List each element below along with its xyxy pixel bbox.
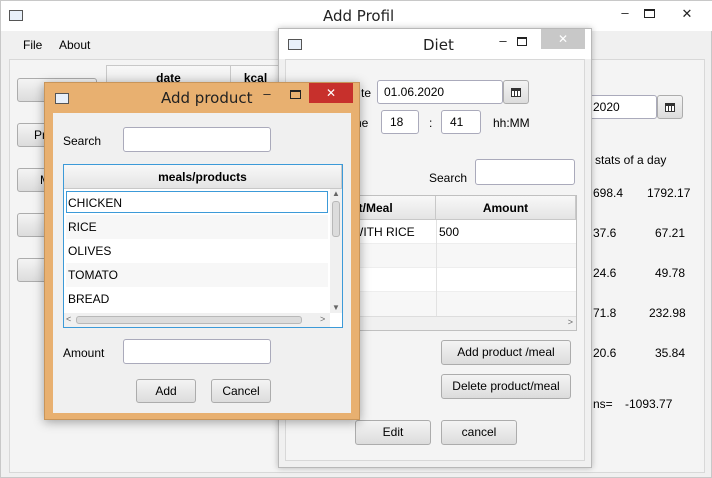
- close-icon[interactable]: ✕: [677, 6, 697, 22]
- diet-titlebar: Diet – ✕: [279, 29, 591, 59]
- delete-product-meal-button[interactable]: Delete product/meal: [441, 374, 571, 399]
- stat-b-1: 1792.17: [647, 186, 691, 200]
- table-row[interactable]: WITH RICE 500: [332, 220, 576, 244]
- list-vscrollbar[interactable]: ▲ ▼: [330, 189, 342, 313]
- list-hscrollbar[interactable]: < >: [64, 313, 330, 327]
- diet-close-button[interactable]: ✕: [541, 29, 585, 49]
- cancel-button[interactable]: Cancel: [211, 379, 271, 403]
- diet-app-icon: [288, 39, 302, 50]
- diet-minute-field[interactable]: 41: [441, 110, 481, 134]
- menu-file[interactable]: File: [23, 38, 42, 52]
- stat-a-3: 24.6: [593, 266, 617, 280]
- stat-b-3: 49.78: [655, 266, 686, 280]
- amount-label: Amount: [63, 346, 105, 360]
- dialog-search-input[interactable]: [123, 127, 271, 152]
- list-header[interactable]: meals/products: [64, 165, 342, 189]
- diet-minimize-icon[interactable]: –: [493, 33, 513, 48]
- total-value: -1093.77: [625, 397, 673, 411]
- list-item[interactable]: BREAD: [66, 287, 328, 311]
- diet-date-field[interactable]: 01.06.2020: [377, 80, 503, 104]
- add-button[interactable]: Add: [136, 379, 196, 403]
- vscroll-thumb[interactable]: [332, 201, 340, 237]
- list-item-label: TOMATO: [68, 268, 119, 282]
- list-item-label: CHICKEN: [68, 196, 123, 210]
- diet-search-label: Search: [429, 171, 468, 185]
- main-titlebar: Add Profil – ✕: [1, 1, 712, 31]
- dialog-titlebar: Add product – ✕: [45, 83, 359, 113]
- stat-a-5: 20.6: [593, 346, 617, 360]
- dialog-maximize-icon[interactable]: [290, 90, 301, 99]
- diet-hscrollbar[interactable]: >: [332, 316, 576, 330]
- diet-maximize-icon[interactable]: [517, 37, 527, 46]
- diet-hour-field[interactable]: 18: [381, 110, 419, 134]
- scroll-right-icon[interactable]: >: [320, 314, 325, 324]
- edit-button[interactable]: Edit: [355, 420, 431, 445]
- list-item[interactable]: TOMATO: [66, 263, 328, 287]
- diet-time-separator: :: [429, 116, 433, 130]
- app-icon: [9, 10, 23, 21]
- dialog-title: Add product: [161, 89, 253, 107]
- diet-table: ct/Meal Amount WITH RICE 500 >: [331, 195, 577, 331]
- main-title: Add Profil: [323, 7, 395, 25]
- list-item[interactable]: RICE: [66, 215, 328, 239]
- dialog-search-label: Search: [63, 134, 102, 148]
- diet-date-button[interactable]: [503, 80, 529, 104]
- main-date-button[interactable]: [657, 95, 683, 119]
- scroll-down-icon[interactable]: ▼: [332, 303, 340, 312]
- stat-b-5: 35.84: [655, 346, 686, 360]
- list-item[interactable]: CHICKEN: [66, 191, 328, 213]
- list-item-label: BREAD: [68, 292, 110, 306]
- stat-a-4: 71.8: [593, 306, 617, 320]
- dialog-content: Search meals/products CHICKEN RICE OLIVE…: [53, 113, 351, 413]
- products-list: meals/products CHICKEN RICE OLIVES TOMAT…: [63, 164, 343, 328]
- minimize-icon[interactable]: –: [615, 5, 635, 20]
- stat-a-2: 37.6: [593, 226, 617, 240]
- diet-time-format: hh:MM: [493, 116, 530, 130]
- calendar-icon: [665, 103, 675, 112]
- scroll-up-icon[interactable]: ▲: [332, 189, 340, 198]
- hscroll-thumb[interactable]: [76, 316, 302, 324]
- list-item-label: RICE: [68, 220, 97, 234]
- amount-input[interactable]: [123, 339, 271, 364]
- diet-cancel-button[interactable]: cancel: [441, 420, 517, 445]
- stats-label: stats of a day: [595, 153, 667, 167]
- scroll-left-icon[interactable]: <: [66, 314, 71, 324]
- dialog-app-icon: [55, 93, 69, 104]
- scroll-right-icon[interactable]: >: [568, 317, 573, 327]
- diet-row-meal: WITH RICE: [352, 225, 415, 239]
- total-label: ns=: [593, 397, 613, 411]
- stat-a-1: 698.4: [593, 186, 624, 200]
- add-product-meal-button[interactable]: Add product /meal: [441, 340, 571, 365]
- stat-b-4: 232.98: [649, 306, 686, 320]
- maximize-icon[interactable]: [644, 9, 655, 18]
- diet-calendar-icon: [511, 88, 521, 97]
- stat-b-2: 67.21: [655, 226, 686, 240]
- diet-row-amount: 500: [439, 225, 460, 239]
- diet-date-label: te: [361, 86, 372, 100]
- diet-col-amount[interactable]: Amount: [436, 196, 576, 220]
- dialog-close-button[interactable]: ✕: [309, 83, 353, 103]
- list-item-label: OLIVES: [68, 244, 112, 258]
- menu-about[interactable]: About: [59, 38, 90, 52]
- diet-title: Diet: [423, 36, 454, 54]
- diet-search-input[interactable]: [475, 159, 575, 185]
- diet-column-divider: [436, 220, 437, 316]
- table-row: [332, 244, 576, 268]
- table-row: [332, 292, 576, 316]
- list-item[interactable]: OLIVES: [66, 239, 328, 263]
- dialog-minimize-icon[interactable]: –: [257, 86, 277, 101]
- add-product-dialog: Add product – ✕ Search meals/products CH…: [44, 82, 360, 420]
- table-row: [332, 268, 576, 292]
- main-date-field[interactable]: 2020: [589, 95, 657, 119]
